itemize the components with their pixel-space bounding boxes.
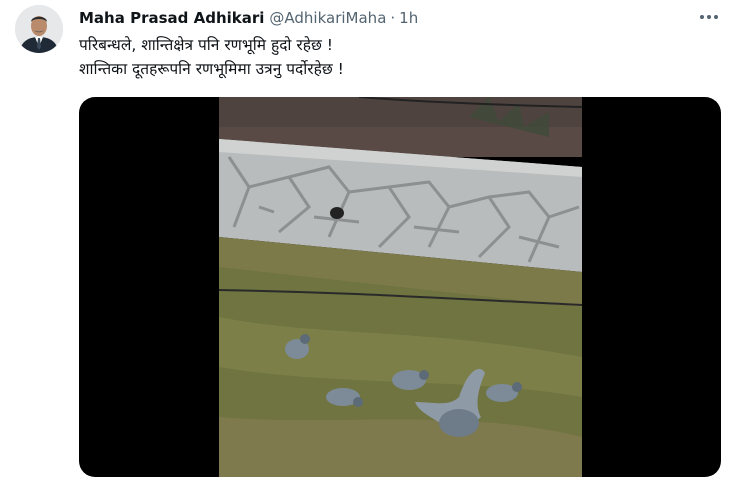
display-name[interactable]: Maha Prasad Adhikari: [79, 9, 264, 27]
tweet-text-line: परिबन्धले, शान्तिक्षेत्र पनि रणभूमि हुदो…: [79, 36, 333, 54]
more-horizontal-icon: [700, 15, 718, 19]
timestamp[interactable]: 1h: [399, 9, 418, 27]
video-media[interactable]: [79, 97, 721, 477]
separator-dot: ·: [390, 9, 396, 27]
tweet-text-line: शान्तिका दूतहरूपनि रणभूमिमा उत्रनु पर्दो…: [79, 60, 344, 78]
more-options-button[interactable]: [693, 4, 725, 30]
tweet-header: Maha Prasad Adhikari @AdhikariMaha · 1h: [79, 8, 418, 28]
avatar-image: [15, 5, 63, 53]
tweet-text: परिबन्धले, शान्तिक्षेत्र पनि रणभूमि हुदो…: [79, 33, 344, 81]
video-frame: [219, 97, 582, 477]
user-handle[interactable]: @AdhikariMaha: [269, 9, 386, 27]
avatar[interactable]: [15, 5, 63, 53]
